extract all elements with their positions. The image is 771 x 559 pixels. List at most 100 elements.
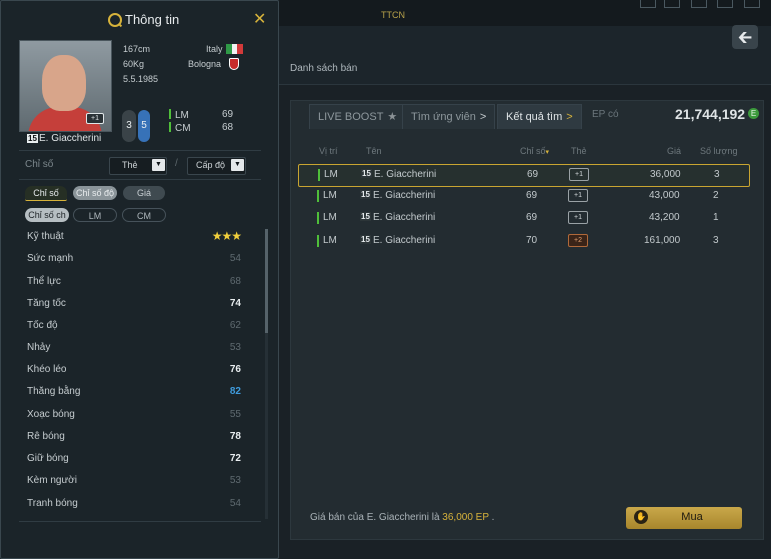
ep-coin-icon: E bbox=[748, 108, 759, 119]
position-color-bar bbox=[318, 169, 320, 181]
tab-stats[interactable]: Chỉ số bbox=[25, 186, 67, 201]
chevron-down-icon: ▼ bbox=[231, 159, 244, 171]
close-icon[interactable]: ✕ bbox=[253, 9, 266, 29]
level-dropdown-value: Cấp độ bbox=[196, 160, 226, 170]
row-quantity: 3 bbox=[714, 169, 720, 180]
row-price: 43,000 bbox=[649, 190, 680, 201]
topbar-button-icon[interactable] bbox=[640, 0, 656, 8]
attribute-value: 76 bbox=[229, 364, 241, 375]
table-row[interactable]: LM 15 E. Giaccherini 70 +2 161,000 3 bbox=[298, 231, 748, 252]
row-stat: 69 bbox=[526, 212, 538, 223]
tab-price[interactable]: Giá bbox=[123, 186, 165, 200]
table-row[interactable]: LM 15 E. Giaccherini 69 +1 36,000 3 bbox=[298, 164, 750, 187]
attribute-value: 54 bbox=[229, 253, 241, 264]
row-ovr-badge: 15 bbox=[360, 190, 371, 199]
subtab-lm[interactable]: LM bbox=[73, 208, 117, 222]
position-color-bar bbox=[317, 190, 319, 202]
search-icon bbox=[108, 13, 122, 27]
attribute-name: Thăng bằng bbox=[27, 386, 81, 397]
col-header-stat[interactable]: Chỉ số▾ bbox=[520, 146, 549, 156]
position-name: LM bbox=[175, 110, 189, 121]
attribute-value: 53 bbox=[229, 475, 241, 486]
attribute-row: Xoạc bóng 55 bbox=[27, 409, 241, 423]
table-row[interactable]: LM 15 E. Giaccherini 69 +1 43,200 1 bbox=[298, 208, 748, 229]
tab-live-boost[interactable]: LIVE BOOST ★ bbox=[309, 104, 407, 129]
sale-list-tab[interactable]: Danh sách bán bbox=[290, 63, 357, 74]
row-position: LM bbox=[324, 169, 338, 180]
card-dropdown[interactable]: Thẻ ▼ bbox=[109, 157, 167, 175]
attribute-value: 54 bbox=[229, 498, 241, 509]
divider bbox=[19, 150, 261, 151]
buy-button-label: Mua bbox=[681, 511, 703, 523]
row-stat: 69 bbox=[526, 190, 538, 201]
buy-button[interactable]: ✋ Mua bbox=[626, 507, 742, 529]
attribute-name: Khéo léo bbox=[27, 364, 67, 375]
position-cm: CM bbox=[169, 122, 191, 134]
player-dob: 5.5.1985 bbox=[123, 74, 159, 84]
pos-ovr-value: 3 bbox=[122, 110, 136, 142]
position-name: CM bbox=[175, 123, 191, 134]
attribute-row: Khéo léo 76 bbox=[27, 364, 241, 378]
level-dropdown[interactable]: Cấp độ ▼ bbox=[187, 157, 246, 175]
tab-find-candidates[interactable]: Tìm ứng viên > bbox=[402, 104, 496, 129]
sale-price-suffix: . bbox=[491, 512, 495, 523]
attribute-row: Tăng tốc 74 bbox=[27, 298, 241, 312]
subtab-cm[interactable]: CM bbox=[122, 208, 166, 222]
row-position: LM bbox=[323, 190, 337, 201]
attribute-row: Kỹ thuật ★★★ bbox=[27, 229, 242, 245]
attribute-value: 72 bbox=[229, 453, 241, 464]
topbar-button-icon[interactable] bbox=[744, 0, 760, 8]
club-crest-icon bbox=[229, 58, 239, 70]
position-color-bar bbox=[169, 109, 171, 119]
attribute-row: Sức mạnh 54 bbox=[27, 253, 241, 267]
row-card-level: +2 bbox=[568, 234, 588, 247]
attribute-name: Xoạc bóng bbox=[27, 409, 75, 420]
tab-label: Tìm ứng viên bbox=[411, 111, 476, 123]
position-color-bar bbox=[169, 122, 171, 132]
col-header-quantity: Số lượng bbox=[700, 146, 738, 156]
row-price: 43,200 bbox=[649, 212, 680, 223]
divider bbox=[19, 179, 261, 180]
scrollbar-thumb[interactable] bbox=[265, 229, 268, 333]
attribute-name: Kèm người bbox=[27, 475, 77, 486]
attribute-row: Tranh bóng 54 bbox=[27, 498, 241, 512]
position-color-bar bbox=[317, 212, 319, 224]
position-color-bar bbox=[317, 235, 319, 247]
topbar-button-icon[interactable] bbox=[691, 0, 707, 8]
attribute-row: Rê bóng 78 bbox=[27, 431, 241, 445]
attribute-name: Rê bóng bbox=[27, 431, 65, 442]
italy-flag-icon bbox=[226, 44, 244, 54]
topbar-button-icon[interactable] bbox=[717, 0, 733, 8]
row-ovr-badge: 15 bbox=[360, 212, 371, 221]
attribute-name: Tăng tốc bbox=[27, 298, 66, 309]
row-card-level: +1 bbox=[568, 189, 588, 202]
player-photo: +1 bbox=[19, 40, 112, 132]
back-arrow-icon[interactable]: 🡰 bbox=[732, 25, 758, 49]
attribute-row: Kèm người 53 bbox=[27, 475, 241, 489]
tab-label: LIVE BOOST bbox=[318, 111, 384, 123]
attribute-value: 74 bbox=[229, 298, 241, 309]
tab-label: Kết quả tìm bbox=[506, 111, 563, 123]
attribute-value: 62 bbox=[229, 320, 241, 331]
attribute-value: 55 bbox=[229, 409, 241, 420]
ep-balance: 21,744,192 bbox=[675, 106, 746, 122]
row-stat: 69 bbox=[527, 169, 539, 180]
tab-boosted-stats[interactable]: Chỉ số độ bbox=[73, 186, 117, 200]
tab-search-results[interactable]: Kết quả tìm > bbox=[497, 104, 582, 129]
attribute-row: Giữ bóng 72 bbox=[27, 453, 241, 467]
attribute-row: Thể lực 68 bbox=[27, 276, 241, 290]
row-player-name: E. Giaccherini bbox=[373, 235, 436, 246]
topbar-button-icon[interactable] bbox=[664, 0, 680, 8]
position-rating-box: 3 5 bbox=[122, 107, 152, 145]
card-dropdown-value: Thẻ bbox=[122, 160, 138, 170]
subtab-all-stats[interactable]: Chỉ số ch bbox=[25, 208, 69, 222]
attribute-value: 68 bbox=[229, 276, 241, 287]
table-row[interactable]: LM 15 E. Giaccherini 69 +1 43,000 2 bbox=[298, 186, 748, 207]
sale-price-value: 36,000 EP bbox=[442, 512, 489, 523]
attribute-row: Tốc độ 62 bbox=[27, 320, 241, 334]
row-price: 161,000 bbox=[644, 235, 681, 246]
player-height: 167cm bbox=[123, 44, 151, 54]
panel-header: Thông tin ✕ bbox=[1, 1, 278, 35]
player-nation: Italy bbox=[206, 44, 223, 54]
sale-price-text: Giá bán của E. Giaccherini là 36,000 EP … bbox=[310, 512, 494, 523]
